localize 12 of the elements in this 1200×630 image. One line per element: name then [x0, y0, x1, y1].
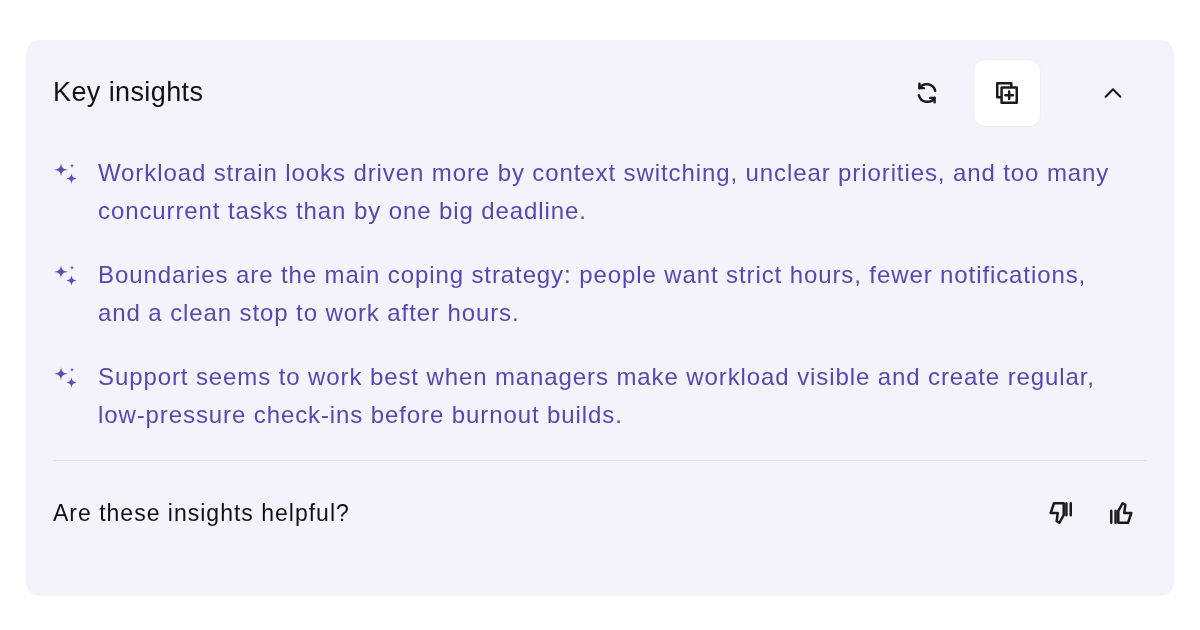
sparkle-icon — [53, 162, 78, 185]
thumbs-up-icon — [1108, 500, 1134, 526]
insight-text: Workload strain looks driven more by context switching, unclear priorities, and too many concurrent tasks than by one big deadline. — [98, 158, 1111, 226]
copy-button[interactable] — [974, 60, 1040, 126]
copy-add-icon — [994, 80, 1020, 106]
insight-text: Boundaries are the main coping strategy: people want strict hours, fewer notifications, and a clean stop to work after hours. — [98, 260, 1088, 328]
thumbs-down-icon — [1048, 500, 1074, 526]
insight-text: Support seems to work best when managers make workload visible and create regular, low-pressure check-ins before burnout builds. — [98, 362, 1096, 430]
feedback-question: Are these insights helpful? — [53, 498, 350, 528]
sparkle-icon — [53, 366, 78, 389]
panel-title: Key insights — [53, 76, 204, 109]
sparkle-icon — [53, 264, 78, 287]
